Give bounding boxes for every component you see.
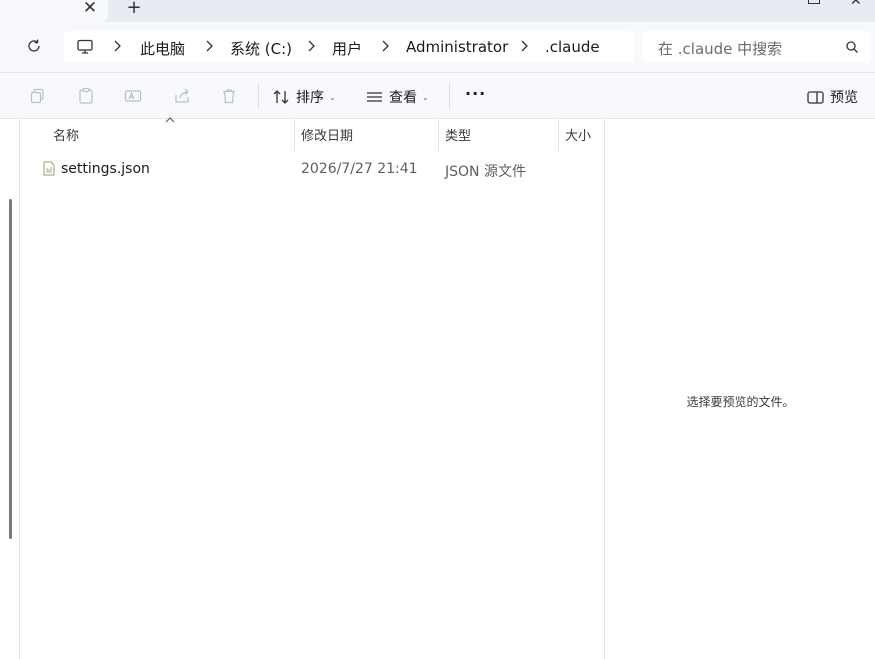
chevron-right-icon[interactable] bbox=[380, 39, 390, 53]
paste-icon[interactable] bbox=[77, 87, 95, 105]
address-bar[interactable]: 此电脑 系统 (C:) 用户 Administrator .claude bbox=[64, 31, 634, 63]
column-divider[interactable] bbox=[294, 119, 295, 151]
preview-pane-icon bbox=[807, 90, 824, 104]
preview-message: 选择要预览的文件。 bbox=[686, 395, 795, 409]
preview-label: 预览 bbox=[830, 90, 858, 106]
share-icon[interactable] bbox=[173, 87, 191, 105]
view-label: 查看 bbox=[389, 90, 417, 106]
file-type: JSON 源文件 bbox=[445, 164, 526, 180]
maximize-icon[interactable] bbox=[808, 0, 820, 4]
chevron-down-icon: ⌄ bbox=[422, 92, 429, 102]
column-divider[interactable] bbox=[438, 119, 439, 151]
toolbar-divider bbox=[449, 83, 450, 109]
chevron-right-icon[interactable] bbox=[519, 39, 529, 53]
file-list[interactable]: 名称 修改日期 类型 大小 settings.json 2026/7/27 21… bbox=[21, 117, 604, 659]
breadcrumb-item-current[interactable]: .claude bbox=[545, 38, 600, 56]
new-tab-icon[interactable]: + bbox=[124, 0, 144, 18]
json-file-icon bbox=[43, 161, 55, 176]
window-close-icon[interactable]: ✕ bbox=[850, 0, 862, 8]
tab-close-icon[interactable]: ✕ bbox=[80, 0, 100, 18]
navigation-scrollbar[interactable] bbox=[9, 199, 12, 539]
column-header-size[interactable]: 大小 bbox=[565, 125, 591, 144]
breadcrumb-item[interactable]: Administrator bbox=[406, 38, 508, 56]
column-divider[interactable] bbox=[558, 119, 559, 151]
chevron-down-icon: ⌄ bbox=[329, 92, 336, 102]
tab-strip: ✕ + ✕ bbox=[0, 0, 875, 22]
view-list-icon bbox=[367, 92, 382, 102]
command-bar: 排序 ⌄ 查看 ⌄ ··· 预览 bbox=[0, 72, 875, 119]
rename-icon[interactable] bbox=[124, 87, 142, 105]
sort-icon bbox=[273, 90, 289, 104]
navigation-bar: 此电脑 系统 (C:) 用户 Administrator .claude 在 .… bbox=[0, 22, 875, 72]
file-modified: 2026/7/27 21:41 bbox=[301, 161, 418, 177]
navigation-pane[interactable] bbox=[0, 119, 20, 659]
content-area: 名称 修改日期 类型 大小 settings.json 2026/7/27 21… bbox=[0, 117, 875, 659]
active-tab[interactable]: ✕ bbox=[0, 0, 108, 22]
search-box[interactable]: 在 .claude 中搜索 bbox=[643, 31, 871, 63]
search-icon bbox=[846, 41, 858, 53]
table-row[interactable]: settings.json 2026/7/27 21:41 JSON 源文件 bbox=[21, 153, 604, 185]
column-header-name[interactable]: 名称 bbox=[53, 125, 79, 144]
refresh-icon[interactable] bbox=[24, 36, 44, 56]
column-header-type[interactable]: 类型 bbox=[445, 125, 471, 144]
breadcrumb-item[interactable]: 此电脑 bbox=[140, 38, 185, 59]
breadcrumb-item[interactable]: 用户 bbox=[332, 38, 362, 59]
column-header-modified[interactable]: 修改日期 bbox=[301, 125, 353, 144]
preview-pane: 选择要预览的文件。 bbox=[604, 119, 875, 659]
this-pc-icon[interactable] bbox=[76, 38, 94, 56]
view-button[interactable]: 查看 ⌄ bbox=[366, 87, 429, 107]
file-name[interactable]: settings.json bbox=[61, 161, 150, 177]
toolbar-divider bbox=[258, 83, 259, 109]
sort-label: 排序 bbox=[296, 90, 324, 106]
chevron-right-icon[interactable] bbox=[306, 39, 316, 53]
more-options-button[interactable]: ··· bbox=[465, 84, 486, 103]
sort-button[interactable]: 排序 ⌄ bbox=[273, 87, 336, 107]
search-input[interactable]: 在 .claude 中搜索 bbox=[658, 38, 782, 59]
sort-ascending-icon bbox=[165, 117, 175, 123]
chevron-right-icon[interactable] bbox=[204, 39, 214, 53]
preview-pane-button[interactable]: 预览 bbox=[807, 87, 858, 107]
delete-icon[interactable] bbox=[220, 87, 238, 105]
breadcrumb-item[interactable]: 系统 (C:) bbox=[230, 38, 292, 59]
chevron-right-icon[interactable] bbox=[112, 39, 122, 53]
copy-icon[interactable] bbox=[29, 87, 47, 105]
